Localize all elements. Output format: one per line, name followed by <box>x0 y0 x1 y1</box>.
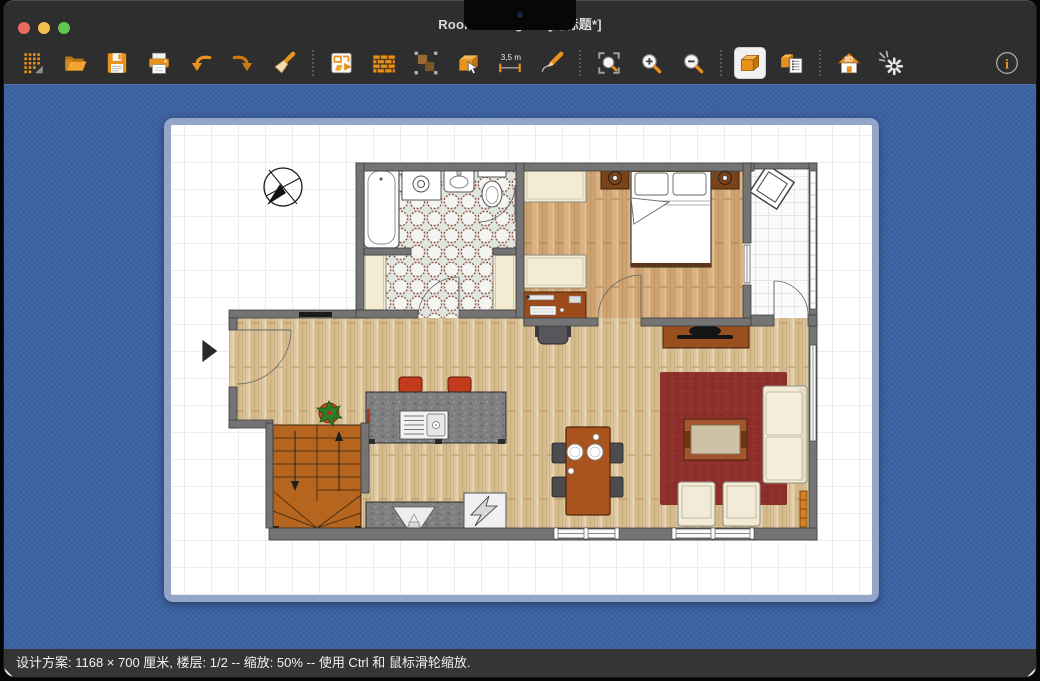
statusbar: 设计方案: 1168 × 700 厘米, 楼层: 1/2 -- 缩放: 50% … <box>4 649 1036 677</box>
design-canvas[interactable] <box>4 84 1036 649</box>
staircase[interactable] <box>273 425 361 530</box>
closet[interactable] <box>363 253 386 312</box>
cursor-arrow <box>202 339 218 363</box>
walls-button[interactable] <box>369 48 399 78</box>
box-list-icon <box>779 50 805 76</box>
dining-chair[interactable] <box>552 443 567 463</box>
resize-grip-right[interactable] <box>1027 668 1036 677</box>
house-3d-icon: 3D <box>836 50 862 76</box>
radiator[interactable] <box>800 491 807 527</box>
resize-grip-left[interactable] <box>4 668 13 677</box>
camera-dot <box>517 12 523 18</box>
titlebar: Room Arranger - [无标题*] <box>4 0 1036 42</box>
save-floppy-icon <box>104 50 130 76</box>
status-text: 设计方案: 1168 × 700 厘米, 楼层: 1/2 -- 缩放: 50% … <box>16 655 471 670</box>
measure-icon: 3,5 m <box>497 50 523 76</box>
rooms-button[interactable] <box>327 48 357 78</box>
select-objects-button[interactable] <box>411 48 441 78</box>
plan-paper[interactable] <box>164 118 879 602</box>
print-button[interactable] <box>144 48 174 78</box>
svg-text:3D: 3D <box>844 57 853 64</box>
entry-recess <box>229 323 237 395</box>
closet[interactable] <box>493 253 516 312</box>
brush-icon <box>272 50 298 76</box>
save-button[interactable] <box>102 48 132 78</box>
zoom-in-icon <box>638 50 664 76</box>
washing-machine[interactable] <box>402 168 441 200</box>
pillow <box>673 173 706 195</box>
wardrobe[interactable] <box>524 255 586 288</box>
toolbar-separator <box>312 50 315 76</box>
object-properties-button[interactable] <box>777 48 807 78</box>
insert-object-button[interactable] <box>453 48 483 78</box>
sofa[interactable] <box>763 386 807 483</box>
pen-icon <box>539 50 565 76</box>
new-button[interactable] <box>18 48 48 78</box>
draw-button[interactable] <box>537 48 567 78</box>
info-button[interactable]: i <box>992 48 1022 78</box>
zoom-out-icon <box>680 50 706 76</box>
info-icon: i <box>994 50 1020 76</box>
bar-stool[interactable] <box>448 377 471 392</box>
clean-plan-button[interactable] <box>270 48 300 78</box>
armchair[interactable] <box>723 482 760 526</box>
toolbar-separator <box>720 50 723 76</box>
toolbar-separator <box>579 50 582 76</box>
doormat[interactable] <box>299 312 332 317</box>
floor-plan-icon <box>329 50 355 76</box>
printer-icon <box>146 50 172 76</box>
sparkle-gear-icon <box>878 50 904 76</box>
armchair[interactable] <box>678 482 715 526</box>
box-3d-icon <box>737 50 763 76</box>
redo-arrow-icon <box>230 50 256 76</box>
coffee-table[interactable] <box>684 419 747 460</box>
redo-button[interactable] <box>228 48 258 78</box>
toolbar-separator <box>819 50 822 76</box>
view-3d-button[interactable]: 3D <box>834 48 864 78</box>
pillow <box>635 173 668 195</box>
zoom-fit-button[interactable] <box>594 48 624 78</box>
bar-stool[interactable] <box>399 377 422 392</box>
insert-box-cursor-icon <box>455 50 481 76</box>
brick-wall-icon <box>371 50 397 76</box>
open-button[interactable] <box>60 48 90 78</box>
open-folder-icon <box>62 50 88 76</box>
new-document-icon <box>20 50 46 76</box>
render-settings-button[interactable] <box>876 48 906 78</box>
toolbar: 3,5 m 3D i <box>4 42 1036 84</box>
object-3d-view-button[interactable] <box>735 48 765 78</box>
svg-text:3,5 m: 3,5 m <box>501 53 522 62</box>
floor-plan[interactable] <box>171 125 872 595</box>
compass[interactable] <box>264 168 302 206</box>
svg-text:i: i <box>1005 56 1009 72</box>
wardrobe[interactable] <box>524 167 586 202</box>
zoom-fit-icon <box>596 50 622 76</box>
tv-cabinet[interactable] <box>663 325 749 348</box>
zoom-out-button[interactable] <box>678 48 708 78</box>
measure-button[interactable]: 3,5 m <box>495 48 525 78</box>
selection-icon <box>413 50 439 76</box>
screen-notch <box>464 0 576 30</box>
zoom-in-button[interactable] <box>636 48 666 78</box>
dining-chair[interactable] <box>552 477 567 497</box>
app-window: Room Arranger - [无标题*] 3,5 m 3D i <box>4 0 1036 677</box>
undo-arrow-icon <box>188 50 214 76</box>
undo-button[interactable] <box>186 48 216 78</box>
